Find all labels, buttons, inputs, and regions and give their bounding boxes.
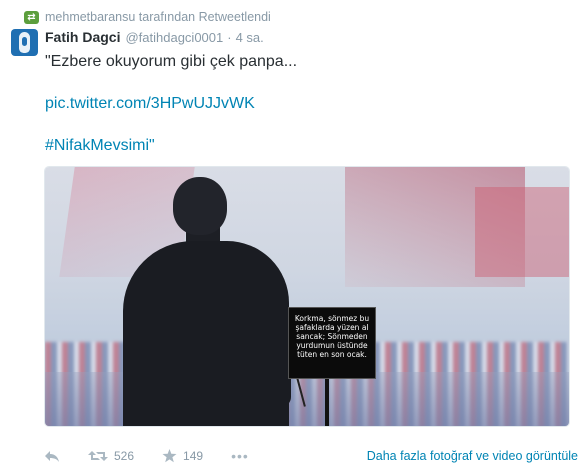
avatar[interactable]: [11, 29, 38, 56]
photo-person-arm: [261, 317, 291, 407]
photo-person-head: [173, 177, 227, 235]
favorite-count[interactable]: 149: [183, 449, 203, 463]
retweet-icon: ⇄: [24, 10, 39, 24]
author-username[interactable]: @fatihdagci0001: [125, 30, 223, 45]
tweet-photo[interactable]: Korkma, sönmez bu şafaklarda yüzen al sa…: [44, 166, 570, 427]
teleprompter-text: Korkma, sönmez bu şafaklarda yüzen al sa…: [294, 314, 370, 359]
tweet-timestamp[interactable]: 4 sa.: [236, 30, 264, 45]
retweet-context: ⇄ mehmetbaransu tarafından Retweetlendi: [24, 8, 271, 26]
view-more-media-link[interactable]: Daha fazla fotoğraf ve video görüntüle: [367, 449, 578, 463]
avatar-logo-detail: [22, 37, 27, 46]
favorite-button[interactable]: 149: [162, 449, 203, 463]
photo-prompter-stand: [325, 379, 329, 426]
retweet-context-text[interactable]: mehmetbaransu tarafından Retweetlendi: [45, 10, 271, 24]
tweet-hashtag[interactable]: #NifakMevsimi": [45, 137, 155, 155]
more-button[interactable]: •••: [231, 448, 249, 464]
retweet-button[interactable]: 526: [88, 449, 134, 463]
tweet-media-link[interactable]: pic.twitter.com/3HPwUJJvWK: [45, 95, 255, 113]
retweet-icon: [88, 451, 108, 461]
photo-flag-right: [475, 187, 569, 277]
reply-button[interactable]: [44, 450, 60, 463]
more-icon: •••: [231, 448, 249, 464]
star-icon: [162, 449, 177, 463]
author-fullname[interactable]: Fatih Dagci: [45, 29, 120, 45]
tweet-text: "Ezbere okuyorum gibi çek panpa...: [45, 53, 298, 70]
photo-teleprompter: Korkma, sönmez bu şafaklarda yüzen al sa…: [288, 307, 376, 379]
reply-icon: [45, 450, 59, 462]
tweet-header: Fatih Dagci @fatihdagci0001 · 4 sa.: [45, 29, 264, 47]
retweet-count[interactable]: 526: [114, 449, 134, 463]
header-separator: ·: [227, 30, 232, 45]
